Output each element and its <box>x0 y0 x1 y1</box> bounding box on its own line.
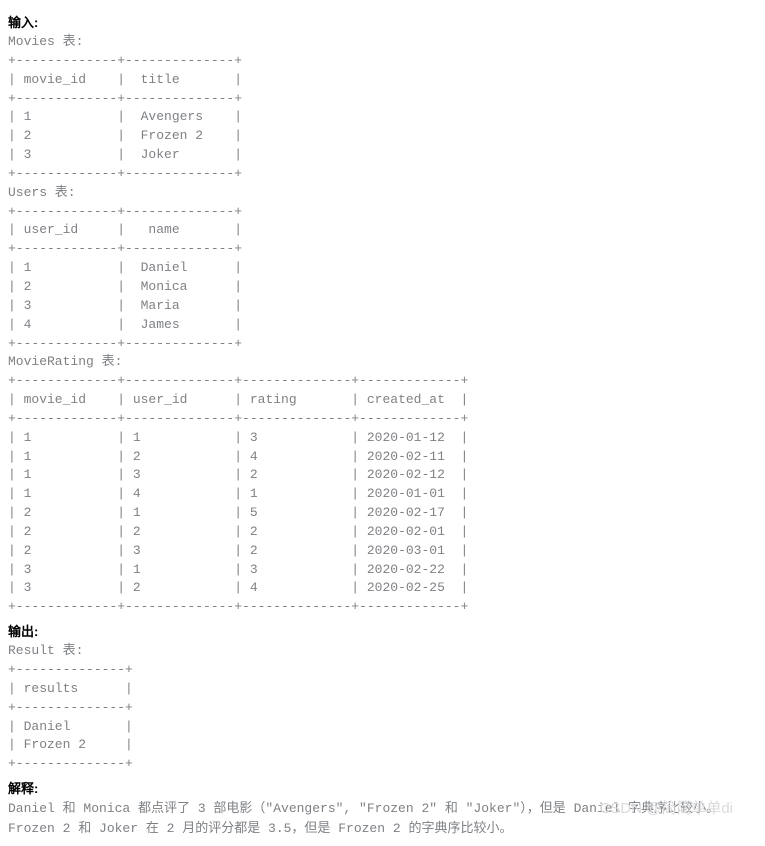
users-divider: +-------------+--------------+ <box>8 335 757 354</box>
movies-header: | movie_id | title | <box>8 71 757 90</box>
result-divider: +--------------+ <box>8 661 757 680</box>
table-row: | 4 | James | <box>8 316 757 335</box>
table-row: | 3 | 1 | 3 | 2020-02-22 | <box>8 561 757 580</box>
explain-line: Daniel 和 Monica 都点评了 3 部电影（"Avengers", "… <box>8 799 757 819</box>
movie-rating-divider: +-------------+--------------+----------… <box>8 598 757 617</box>
table-row: | Daniel | <box>8 718 757 737</box>
movie-rating-header: | movie_id | user_id | rating | created_… <box>8 391 757 410</box>
movie-rating-divider: +-------------+--------------+----------… <box>8 372 757 391</box>
movies-caption: Movies 表: <box>8 33 757 52</box>
table-row: | 3 | 2 | 4 | 2020-02-25 | <box>8 579 757 598</box>
result-caption: Result 表: <box>8 642 757 661</box>
table-row: | 1 | Daniel | <box>8 259 757 278</box>
table-row: | 2 | 1 | 5 | 2020-02-17 | <box>8 504 757 523</box>
movies-divider: +-------------+--------------+ <box>8 90 757 109</box>
explain-line: Frozen 2 和 Joker 在 2 月的评分都是 3.5，但是 Froze… <box>8 819 757 839</box>
table-row: | 2 | Frozen 2 | <box>8 127 757 146</box>
table-row: | 1 | 1 | 3 | 2020-01-12 | <box>8 429 757 448</box>
users-divider: +-------------+--------------+ <box>8 240 757 259</box>
table-row: | Frozen 2 | <box>8 736 757 755</box>
explain-label: 解释: <box>8 778 757 797</box>
movies-divider: +-------------+--------------+ <box>8 52 757 71</box>
movie-rating-divider: +-------------+--------------+----------… <box>8 410 757 429</box>
table-row: | 1 | Avengers | <box>8 108 757 127</box>
result-divider: +--------------+ <box>8 755 757 774</box>
output-label: 输出: <box>8 621 757 640</box>
table-row: | 3 | Joker | <box>8 146 757 165</box>
movies-divider: +-------------+--------------+ <box>8 165 757 184</box>
users-divider: +-------------+--------------+ <box>8 203 757 222</box>
table-row: | 2 | Monica | <box>8 278 757 297</box>
result-divider: +--------------+ <box>8 699 757 718</box>
table-row: | 1 | 4 | 1 | 2020-01-01 | <box>8 485 757 504</box>
table-row: | 1 | 3 | 2 | 2020-02-12 | <box>8 466 757 485</box>
users-caption: Users 表: <box>8 184 757 203</box>
table-row: | 3 | Maria | <box>8 297 757 316</box>
table-row: | 1 | 2 | 4 | 2020-02-11 | <box>8 448 757 467</box>
table-row: | 2 | 2 | 2 | 2020-02-01 | <box>8 523 757 542</box>
result-header: | results | <box>8 680 757 699</box>
users-header: | user_id | name | <box>8 221 757 240</box>
movie-rating-caption: MovieRating 表: <box>8 353 757 372</box>
input-label: 输入: <box>8 12 757 31</box>
table-row: | 2 | 3 | 2 | 2020-03-01 | <box>8 542 757 561</box>
